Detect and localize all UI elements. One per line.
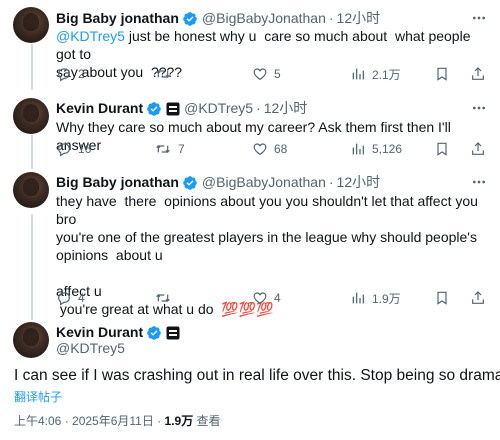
- bookmark-icon[interactable]: [434, 66, 450, 82]
- like-count: 4: [274, 291, 281, 305]
- tweet-3[interactable]: Big Baby jonathan @BigBabyJonathan · 12小…: [0, 170, 500, 318]
- reply-icon: [58, 292, 70, 306]
- views-button[interactable]: 2.1万: [350, 66, 401, 83]
- action-bar: 16 7 68 5,126: [56, 140, 486, 158]
- more-icon[interactable]: [470, 173, 488, 191]
- share-icon[interactable]: [470, 290, 486, 306]
- avatar[interactable]: [13, 172, 49, 208]
- mention-link[interactable]: @KDTrey5: [56, 28, 125, 44]
- bookmark-icon[interactable]: [434, 141, 450, 157]
- retweet-button[interactable]: 7: [154, 141, 252, 157]
- share-icon[interactable]: [470, 141, 486, 157]
- reply-count: 4: [78, 291, 85, 305]
- timestamp[interactable]: 12小时: [337, 10, 381, 27]
- avatar[interactable]: [13, 7, 49, 43]
- author-name[interactable]: Kevin Durant: [56, 324, 143, 341]
- views-button[interactable]: 1.9万: [350, 290, 401, 307]
- tweet-1[interactable]: Big Baby jonathan @BigBabyJonathan · 12小…: [0, 0, 500, 92]
- timestamp[interactable]: 12小时: [264, 100, 308, 117]
- share-icon[interactable]: [470, 66, 486, 82]
- translate-link[interactable]: 翻译帖子: [14, 388, 62, 405]
- author-name[interactable]: Kevin Durant: [56, 100, 143, 117]
- tweet-header: Big Baby jonathan @BigBabyJonathan · 12小…: [56, 174, 380, 191]
- end-actions: [434, 141, 486, 157]
- author-name[interactable]: Big Baby jonathan: [56, 10, 179, 27]
- reply-button[interactable]: 2: [56, 66, 154, 82]
- reply-button[interactable]: 16: [56, 141, 154, 157]
- separator-dot: ·: [328, 174, 334, 190]
- tweet-header: Big Baby jonathan @BigBabyJonathan · 12小…: [56, 10, 380, 27]
- like-icon: [253, 292, 267, 305]
- reply-count: 16: [78, 142, 92, 156]
- retweet-icon: [156, 294, 170, 302]
- verified-badge-icon: [182, 175, 198, 191]
- affiliate-badge-icon[interactable]: [166, 102, 180, 116]
- like-count: 5: [274, 67, 281, 81]
- views-icon: [352, 143, 364, 155]
- retweet-icon: [156, 70, 170, 78]
- affiliate-badge-icon[interactable]: [166, 326, 180, 340]
- views-label: 查看: [193, 414, 221, 428]
- author-handle[interactable]: @BigBabyJonathan: [202, 174, 326, 191]
- verified-badge-icon: [182, 11, 198, 27]
- action-bar: 4 4 1.9万: [56, 289, 486, 307]
- like-count: 68: [274, 142, 288, 156]
- like-button[interactable]: 5: [252, 66, 350, 82]
- author-name[interactable]: Big Baby jonathan: [56, 174, 179, 191]
- views-icon: [352, 292, 364, 304]
- separator-dot: ·: [328, 10, 334, 26]
- main-tweet-text: I can see if I was crashing out in real …: [14, 367, 500, 384]
- tweet-meta: 上午4:06 · 2025年6月11日 · 1.9万 查看: [14, 412, 221, 429]
- tweet-datetime[interactable]: 上午4:06 · 2025年6月11日 ·: [14, 414, 165, 428]
- reply-icon: [58, 143, 70, 157]
- more-icon[interactable]: [470, 99, 488, 117]
- reply-icon: [58, 68, 70, 82]
- more-icon[interactable]: [470, 9, 488, 27]
- bookmark-icon[interactable]: [434, 290, 450, 306]
- retweet-icon: [156, 145, 170, 153]
- separator-dot: ·: [256, 100, 261, 116]
- like-button[interactable]: 4: [252, 290, 350, 306]
- end-actions: [434, 66, 486, 82]
- end-actions: [434, 290, 486, 306]
- verified-badge-icon: [146, 325, 162, 341]
- tweet-2[interactable]: Kevin Durant @KDTrey5 · 12小时 Why they ca…: [0, 92, 500, 170]
- tweet-header: Kevin Durant @KDTrey5 · 12小时: [56, 100, 307, 117]
- main-views-count: 1.9万: [164, 414, 194, 428]
- tweet-header: Kevin Durant: [56, 324, 180, 341]
- action-bar: 2 5 2.1万: [56, 65, 486, 83]
- author-handle-row: @KDTrey5: [56, 340, 125, 357]
- verified-badge-icon: [146, 101, 162, 117]
- author-handle[interactable]: @KDTrey5: [56, 340, 125, 357]
- views-button[interactable]: 5,126: [350, 141, 402, 157]
- avatar[interactable]: [13, 322, 49, 358]
- reply-count: 2: [78, 67, 85, 81]
- views-icon: [352, 68, 364, 80]
- timestamp[interactable]: 12小时: [337, 174, 381, 191]
- author-handle[interactable]: @BigBabyJonathan: [202, 10, 326, 27]
- like-icon: [253, 68, 267, 81]
- retweet-button[interactable]: [154, 290, 252, 306]
- retweet-count: 7: [178, 142, 185, 156]
- author-handle[interactable]: @KDTrey5: [184, 100, 253, 117]
- views-count: 1.9万: [372, 291, 401, 306]
- avatar[interactable]: [13, 98, 49, 134]
- retweet-button[interactable]: [154, 66, 252, 82]
- like-button[interactable]: 68: [252, 141, 350, 157]
- like-icon: [253, 143, 267, 156]
- views-count: 2.1万: [372, 67, 401, 82]
- views-count: 5,126: [372, 142, 403, 156]
- reply-button[interactable]: 4: [56, 290, 154, 306]
